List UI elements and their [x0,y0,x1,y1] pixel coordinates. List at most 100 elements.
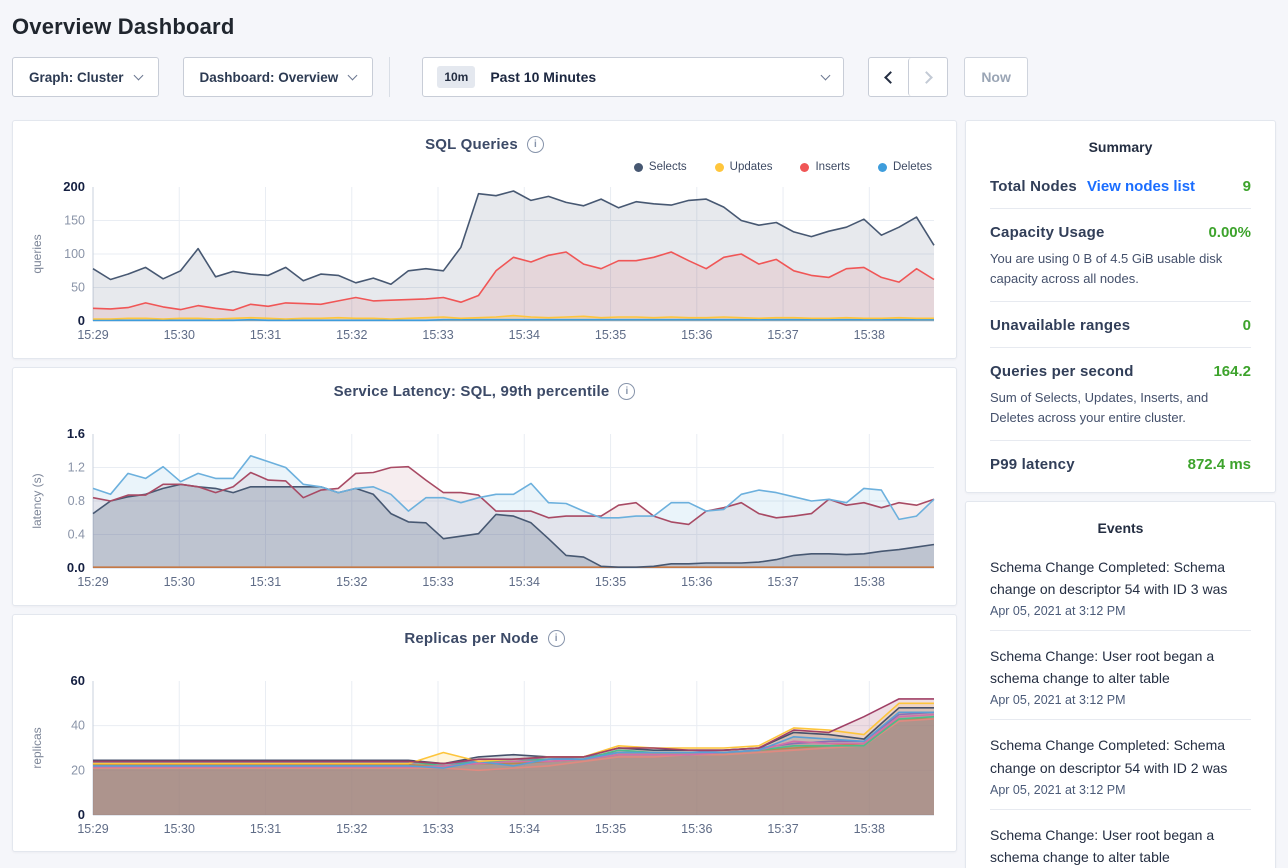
svg-text:15:38: 15:38 [854,328,885,342]
event-message: Schema Change: User root began a schema … [990,645,1251,689]
summary-row-value: 164.2 [1213,363,1251,380]
event-timestamp: Apr 05, 2021 at 3:12 PM [990,783,1251,797]
svg-text:200: 200 [63,179,85,194]
svg-text:15:38: 15:38 [854,822,885,836]
main-content: SQL Queries i SelectsUpdatesInsertsDelet… [0,120,1288,868]
dashboard-dropdown-label: Dashboard: Overview [200,70,339,85]
summary-row-value: 0.00% [1208,224,1251,241]
svg-text:15:37: 15:37 [767,575,798,589]
chevron-right-icon [920,71,933,84]
summary-title: Summary [990,139,1251,155]
chart-title-row: Replicas per Node i [29,627,940,649]
service-latency-chart[interactable]: 0.00.40.81.21.615:2915:3015:3115:3215:33… [29,426,942,592]
svg-text:0.4: 0.4 [68,528,85,542]
dashboard-dropdown[interactable]: Dashboard: Overview [183,57,374,97]
step-back-button[interactable] [869,58,908,96]
svg-text:150: 150 [64,214,85,228]
summary-row-value: 0 [1243,317,1251,334]
replicas-per-node-chart[interactable]: 020406015:2915:3015:3115:3215:3315:3415:… [29,673,942,839]
chevron-down-icon [821,70,831,80]
summary-row-label: Capacity Usage [990,224,1105,241]
svg-text:15:32: 15:32 [336,822,367,836]
time-range-label: Past 10 Minutes [490,69,596,85]
summary-row-p99-latency: P99 latency 872.4 ms [990,440,1251,486]
svg-text:15:30: 15:30 [164,328,195,342]
summary-row-unavailable-ranges: Unavailable ranges 0 [990,301,1251,347]
legend-item: Inserts [800,161,850,173]
event-item: Schema Change: User root began a schema … [990,630,1251,719]
chevron-down-icon [133,70,143,80]
svg-text:latency (s): latency (s) [30,473,44,528]
time-step-buttons [868,57,948,97]
summary-row-subtext: You are using 0 B of 4.5 GiB usable disk… [990,249,1251,288]
svg-text:40: 40 [71,719,85,733]
time-range-badge: 10m [437,66,475,88]
legend-dot-icon [878,163,887,172]
event-message: Schema Change: User root began a schema … [990,824,1251,868]
svg-text:1.6: 1.6 [67,426,85,441]
svg-text:15:29: 15:29 [77,575,108,589]
service-latency-panel: Service Latency: SQL, 99th percentile i … [12,367,957,606]
sidebar-column: Summary Total Nodes View nodes list 9 Ca… [965,120,1276,868]
events-title: Events [990,520,1251,536]
svg-text:1.2: 1.2 [68,461,85,475]
events-panel: Events Schema Change Completed: Schema c… [965,501,1276,868]
svg-text:15:35: 15:35 [595,328,626,342]
time-range-picker[interactable]: 10m Past 10 Minutes [422,57,844,97]
summary-row-value: 872.4 ms [1188,456,1251,473]
svg-text:0.8: 0.8 [68,494,85,508]
legend-dot-icon [715,163,724,172]
svg-text:15:33: 15:33 [422,328,453,342]
graph-dropdown[interactable]: Graph: Cluster [12,57,159,97]
summary-panel: Summary Total Nodes View nodes list 9 Ca… [965,120,1276,493]
svg-text:15:34: 15:34 [509,328,540,342]
sql-queries-chart[interactable]: 05010015020015:2915:3015:3115:3215:3315:… [29,179,942,345]
chart-title: Replicas per Node [404,630,538,647]
chevron-down-icon [348,70,358,80]
page-header: Overview Dashboard [0,0,1288,40]
step-forward-button[interactable] [908,58,947,96]
svg-text:15:36: 15:36 [681,328,712,342]
charts-column: SQL Queries i SelectsUpdatesInsertsDelet… [12,120,957,852]
chart-legend: SelectsUpdatesInsertsDeletes [29,155,940,179]
event-timestamp: Apr 05, 2021 at 3:12 PM [990,604,1251,618]
view-nodes-link[interactable]: View nodes list [1087,178,1195,195]
sql-queries-panel: SQL Queries i SelectsUpdatesInsertsDelet… [12,120,957,359]
now-button[interactable]: Now [964,57,1028,97]
summary-row-label: Total Nodes [990,178,1077,195]
legend-item: Updates [715,161,773,173]
svg-text:100: 100 [64,247,85,261]
event-item: Schema Change: User root began a schema … [990,809,1251,868]
svg-text:60: 60 [71,673,85,688]
svg-text:15:29: 15:29 [77,328,108,342]
summary-row-capacity-usage: Capacity Usage 0.00% You are using 0 B o… [990,208,1251,301]
legend-item: Selects [634,161,687,173]
svg-text:queries: queries [30,234,44,273]
summary-row-queries-per-second: Queries per second 164.2 Sum of Selects,… [990,347,1251,440]
svg-text:15:30: 15:30 [164,822,195,836]
summary-row-value: 9 [1243,178,1251,195]
chart-title-row: Service Latency: SQL, 99th percentile i [29,380,940,402]
toolbar-divider [389,57,390,97]
svg-text:15:38: 15:38 [854,575,885,589]
event-item: Schema Change Completed: Schema change o… [990,542,1251,630]
svg-text:15:31: 15:31 [250,822,281,836]
svg-text:50: 50 [71,281,85,295]
svg-text:0.0: 0.0 [67,560,85,575]
replicas-per-node-panel: Replicas per Node i 020406015:2915:3015:… [12,614,957,852]
legend-dot-icon [800,163,809,172]
chart-title-row: SQL Queries i [29,133,940,155]
summary-row-total-nodes: Total Nodes View nodes list 9 [990,163,1251,208]
info-icon[interactable]: i [618,383,635,400]
chart-title: Service Latency: SQL, 99th percentile [334,383,610,400]
info-icon[interactable]: i [548,630,565,647]
toolbar: Graph: Cluster Dashboard: Overview 10m P… [0,57,1288,97]
svg-text:15:34: 15:34 [509,822,540,836]
svg-text:0: 0 [78,313,85,328]
event-timestamp: Apr 05, 2021 at 3:12 PM [990,693,1251,707]
svg-text:15:37: 15:37 [767,328,798,342]
info-icon[interactable]: i [527,136,544,153]
svg-text:15:31: 15:31 [250,328,281,342]
summary-row-label: Unavailable ranges [990,317,1130,334]
event-message: Schema Change Completed: Schema change o… [990,734,1251,778]
